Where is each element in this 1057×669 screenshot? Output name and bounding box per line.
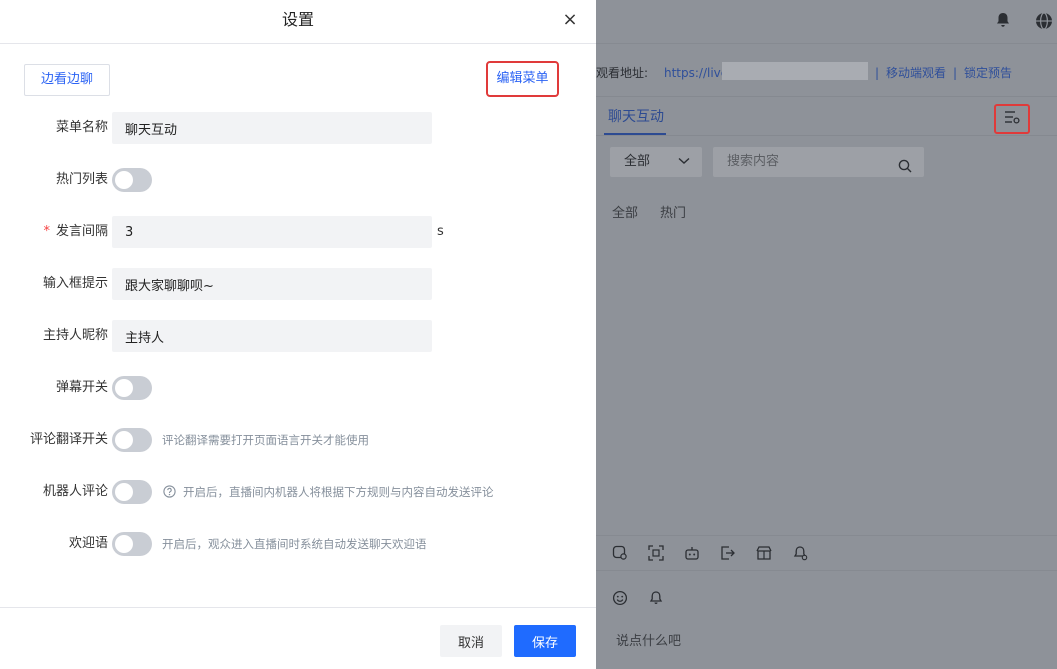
cancel-button[interactable]: 取消: [440, 625, 502, 657]
form-row-speak-interval: * 发言间隔 s: [0, 216, 596, 248]
hot-list-switch[interactable]: [112, 168, 152, 192]
comment-translate-switch[interactable]: [112, 428, 152, 452]
exit-icon[interactable]: [720, 545, 736, 565]
settings-chat-icon[interactable]: [612, 545, 628, 565]
welcome-hint: 开启后，观众进入直播间时系统自动发送聊天欢迎语: [162, 537, 427, 551]
watch-address-row: 观看地址: https://live | 移动端观看 | 锁定预告: [596, 58, 1057, 88]
edit-menu-button[interactable]: 编辑菜单: [486, 61, 559, 97]
search-input[interactable]: 搜索内容: [713, 147, 924, 177]
speak-interval-label: * 发言间隔: [43, 216, 108, 248]
robot-comment-hint: 开启后，直播间内机器人将根据下方规则与内容自动发送评论: [183, 485, 494, 499]
switch-knob: [115, 535, 133, 553]
welcome-label: 欢迎语: [68, 536, 108, 551]
notify-icon[interactable]: [792, 545, 808, 565]
robot-comment-switch[interactable]: [112, 480, 152, 504]
welcome-switch[interactable]: [112, 532, 152, 556]
form-row-robot-comment: 机器人评论 开启后，直播间内机器人将根据下方规则与内容自动发送评论: [0, 476, 596, 508]
bell-icon[interactable]: [648, 590, 664, 610]
top-bar: [596, 0, 1057, 44]
shop-icon[interactable]: [756, 545, 772, 565]
required-mark: *: [43, 224, 50, 239]
menu-name-input[interactable]: [112, 112, 432, 144]
switch-knob: [115, 379, 133, 397]
redacted-url: [722, 62, 868, 80]
filter-selected-value: 全部: [624, 154, 651, 169]
form-row-menu-name: 菜单名称: [0, 112, 596, 144]
hot-list-label: 热门列表: [55, 172, 108, 187]
sub-tab-hot[interactable]: 热门: [660, 202, 686, 221]
settings-drawer: 设置 × 边看边聊 编辑菜单 菜单名称 热门列表 * 发言间隔 s 输入框提示 主…: [0, 0, 596, 669]
watch-address-label: 观看地址:: [596, 66, 649, 80]
switch-knob: [115, 171, 133, 189]
filter-select[interactable]: 全部: [610, 147, 702, 177]
form-row-input-hint: 输入框提示: [0, 268, 596, 300]
switch-knob: [115, 483, 133, 501]
watch-url[interactable]: https://live: [664, 58, 728, 88]
speak-interval-unit: s: [437, 224, 444, 239]
separator: |: [953, 66, 958, 80]
divider: [596, 96, 1057, 97]
emoji-icon[interactable]: [612, 590, 628, 610]
robot-icon[interactable]: [684, 545, 700, 565]
background-live-console: 观看地址: https://live | 移动端观看 | 锁定预告 聊天互动 全…: [596, 0, 1057, 669]
speak-interval-text: 发言间隔: [55, 224, 108, 239]
chat-toolbar: [596, 535, 1057, 571]
mobile-watch-link[interactable]: 移动端观看: [886, 58, 946, 88]
menu-name-label: 菜单名称: [55, 120, 108, 135]
form-row-comment-translate: 评论翻译开关 评论翻译需要打开页面语言开关才能使用: [0, 424, 596, 456]
drawer-footer: 取消 保存: [0, 607, 596, 669]
sub-tab-all[interactable]: 全部: [612, 202, 638, 221]
robot-comment-label: 机器人评论: [42, 484, 108, 499]
divider: [596, 135, 1057, 136]
scan-icon[interactable]: [648, 545, 664, 565]
speak-interval-input[interactable]: [112, 216, 432, 248]
host-nickname-label: 主持人昵称: [42, 328, 108, 343]
close-icon[interactable]: ×: [560, 10, 580, 30]
comment-translate-hint: 评论翻译需要打开页面语言开关才能使用: [162, 433, 369, 447]
form-row-host-nickname: 主持人昵称: [0, 320, 596, 352]
drawer-title: 设置: [0, 0, 596, 44]
input-hint-input[interactable]: [112, 268, 432, 300]
search-placeholder: 搜索内容: [727, 154, 780, 169]
help-icon[interactable]: [163, 485, 176, 502]
menu-chip-watch-and-chat[interactable]: 边看边聊: [24, 64, 110, 96]
save-button[interactable]: 保存: [514, 625, 576, 657]
switch-knob: [115, 431, 133, 449]
lock-preview-link[interactable]: 锁定预告: [964, 58, 1012, 88]
host-nickname-input[interactable]: [112, 320, 432, 352]
separator: |: [875, 66, 880, 80]
chat-composer-placeholder[interactable]: 说点什么吧: [616, 630, 681, 649]
form-row-welcome: 欢迎语 开启后，观众进入直播间时系统自动发送聊天欢迎语: [0, 528, 596, 560]
comment-translate-label: 评论翻译开关: [29, 432, 108, 447]
form-row-barrage: 弹幕开关: [0, 372, 596, 404]
bell-icon[interactable]: [994, 11, 1012, 33]
form-row-hot-list: 热门列表: [0, 164, 596, 196]
barrage-switch[interactable]: [112, 376, 152, 400]
menu-settings-button[interactable]: [994, 104, 1030, 134]
chevron-down-icon: [678, 147, 690, 177]
input-hint-label: 输入框提示: [42, 276, 108, 291]
barrage-label: 弹幕开关: [55, 380, 108, 395]
list-settings-icon: [1004, 110, 1020, 128]
globe-icon[interactable]: [1034, 11, 1054, 35]
search-icon[interactable]: [898, 155, 912, 185]
tab-chat-interaction[interactable]: 聊天互动: [608, 106, 664, 126]
